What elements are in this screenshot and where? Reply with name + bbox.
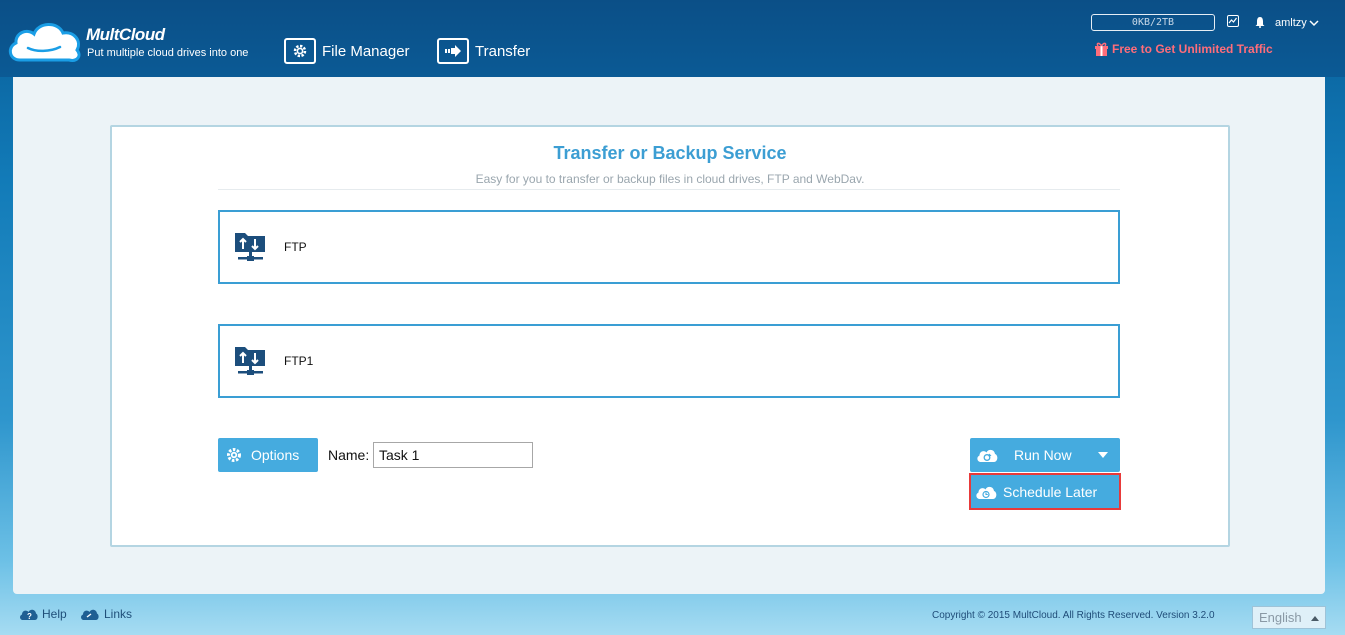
cloud-clock-icon: [976, 486, 997, 499]
copyright-text: Copyright © 2015 MultCloud. All Rights R…: [932, 610, 1215, 621]
nav-file-manager-label: File Manager: [322, 42, 410, 60]
cloud-sync-icon: [977, 449, 998, 462]
links-label: Links: [104, 607, 133, 621]
cloud-help-icon: ?: [20, 609, 38, 621]
multcloud-logo-icon[interactable]: [6, 14, 82, 66]
transfer-card: Transfer or Backup Service Easy for you …: [110, 125, 1230, 547]
nav-transfer[interactable]: Transfer: [437, 36, 530, 66]
links-link[interactable]: Links: [80, 607, 132, 621]
caret-down-icon[interactable]: [1098, 452, 1108, 458]
username: amltzy: [1275, 17, 1307, 29]
task-name-input[interactable]: [373, 442, 533, 468]
nav-file-manager[interactable]: File Manager: [284, 36, 410, 66]
gear-icon: [284, 38, 316, 64]
header: MultCloud Put multiple cloud drives into…: [0, 0, 1345, 77]
nav-transfer-label: Transfer: [475, 42, 531, 60]
task-name-label: Name:: [328, 447, 370, 463]
run-now-label: Run Now: [1014, 447, 1072, 463]
help-link[interactable]: ? Help: [19, 607, 67, 621]
promo-text: Free to Get Unlimited Traffic: [1112, 41, 1273, 56]
run-now-button[interactable]: Run Now: [970, 438, 1120, 472]
gear-icon: [227, 448, 241, 462]
svg-text:?: ?: [27, 612, 32, 621]
gift-icon: [1095, 42, 1108, 56]
options-label: Options: [251, 447, 300, 463]
chevron-down-icon: [1309, 19, 1319, 26]
source-drive-box[interactable]: FTP: [218, 210, 1120, 284]
activity-icon[interactable]: [1227, 15, 1239, 27]
cloud-link-icon: [81, 609, 99, 620]
bell-icon[interactable]: [1255, 17, 1265, 28]
logo-tagline: Put multiple cloud drives into one: [87, 47, 249, 59]
divider: [218, 189, 1120, 190]
help-label: Help: [42, 607, 67, 621]
page-title: Transfer or Backup Service: [553, 143, 787, 163]
target-drive-box[interactable]: FTP1: [218, 324, 1120, 398]
target-drive-label: FTP1: [284, 354, 314, 368]
source-drive-label: FTP: [284, 240, 307, 254]
traffic-usage: 0KB/2TB: [1091, 14, 1215, 31]
arrow-right-icon: [437, 38, 469, 64]
caret-up-icon: [1311, 616, 1319, 621]
language-value: English: [1259, 610, 1302, 625]
ftp-folder-icon: [235, 233, 265, 261]
promo-link[interactable]: Free to Get Unlimited Traffic: [1094, 41, 1273, 56]
logo-name[interactable]: MultCloud: [86, 25, 165, 45]
page-subtitle: Easy for you to transfer or backup files…: [475, 172, 865, 186]
main-panel: Transfer or Backup Service Easy for you …: [13, 77, 1325, 594]
schedule-later-label: Schedule Later: [1003, 483, 1098, 500]
options-button[interactable]: Options: [218, 438, 318, 472]
user-menu[interactable]: amltzy: [1275, 17, 1319, 29]
ftp-folder-icon: [235, 347, 265, 375]
schedule-later-button[interactable]: Schedule Later: [969, 473, 1121, 510]
language-select[interactable]: English: [1252, 606, 1326, 629]
